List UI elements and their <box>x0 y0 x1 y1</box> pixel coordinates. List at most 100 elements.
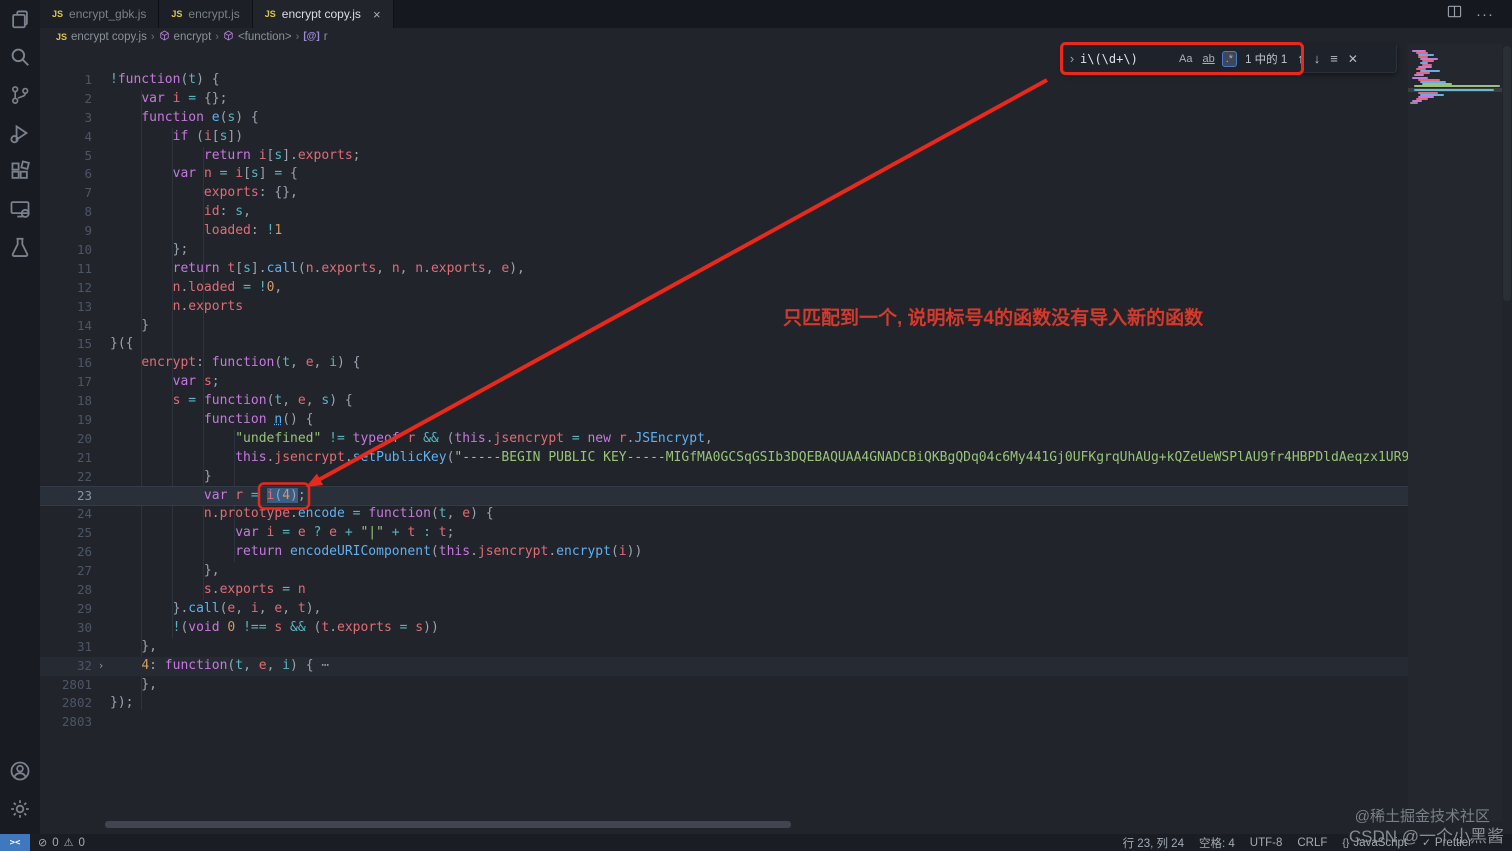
line-number[interactable]: 12 <box>40 279 92 298</box>
find-close-icon[interactable]: ✕ <box>1348 52 1358 66</box>
whole-word-toggle[interactable]: ab <box>1199 52 1217 66</box>
line-number[interactable]: 2 <box>40 90 92 109</box>
code-line[interactable]: 5 return i[s].exports; <box>40 147 1408 166</box>
code-line[interactable]: 16 encrypt: function(t, e, i) { <box>40 354 1408 373</box>
code-line[interactable]: 2802}); <box>40 694 1408 713</box>
code-line[interactable]: 21 this.jsencrypt.setPublicKey("-----BEG… <box>40 449 1408 468</box>
line-number[interactable]: 6 <box>40 165 92 184</box>
line-number[interactable]: 23 <box>40 487 92 506</box>
account-icon[interactable] <box>0 752 40 790</box>
line-number[interactable]: 27 <box>40 562 92 581</box>
errors-icon[interactable]: ⊘ <box>38 836 47 849</box>
line-number[interactable]: 11 <box>40 260 92 279</box>
line-number[interactable]: 22 <box>40 468 92 487</box>
line-number[interactable]: 3 <box>40 109 92 128</box>
line-number[interactable]: 7 <box>40 184 92 203</box>
line-number[interactable]: 15 <box>40 335 92 354</box>
status-item-行-23-列-24[interactable]: 行 23, 列 24 <box>1123 835 1184 851</box>
line-number[interactable]: 30 <box>40 619 92 638</box>
line-number[interactable]: 1 <box>40 71 92 90</box>
status-item-空格-4[interactable]: 空格: 4 <box>1199 835 1235 851</box>
code-line[interactable]: 29 }.call(e, i, e, t), <box>40 600 1408 619</box>
warnings-count[interactable]: 0 <box>79 837 85 849</box>
find-previous-icon[interactable]: ↑ <box>1297 51 1304 66</box>
status-item-crlf[interactable]: CRLF <box>1297 837 1327 849</box>
line-number[interactable]: 29 <box>40 600 92 619</box>
settings-icon[interactable] <box>0 790 40 828</box>
testing-icon[interactable] <box>0 228 40 266</box>
vertical-scrollbar[interactable] <box>1503 46 1511 301</box>
line-number[interactable]: 16 <box>40 354 92 373</box>
code-line[interactable]: 26 return encodeURIComponent(this.jsencr… <box>40 543 1408 562</box>
more-actions-icon[interactable]: ··· <box>1476 6 1494 23</box>
line-number[interactable]: 10 <box>40 241 92 260</box>
line-number[interactable]: 14 <box>40 317 92 336</box>
line-number[interactable]: 32 <box>40 657 92 676</box>
code-line[interactable]: 20 "undefined" != typeof r && (this.jsen… <box>40 430 1408 449</box>
find-in-selection-icon[interactable]: ≡ <box>1330 51 1338 66</box>
line-number[interactable]: 20 <box>40 430 92 449</box>
explorer-icon[interactable] <box>0 0 40 38</box>
code-line[interactable]: 22 } <box>40 468 1408 487</box>
breadcrumb-item[interactable]: encrypt <box>159 30 211 44</box>
line-number[interactable]: 5 <box>40 147 92 166</box>
tab-close-icon[interactable]: × <box>373 7 381 22</box>
code-editor[interactable]: 1 !function(t) {2 var i = {}; 3 function e… <box>40 71 1408 732</box>
code-line[interactable]: 31 }, <box>40 638 1408 657</box>
code-line[interactable]: 1 !function(t) { <box>40 71 1408 90</box>
match-case-toggle[interactable]: Aa <box>1176 52 1195 66</box>
line-number[interactable]: 26 <box>40 543 92 562</box>
status-item-utf-8[interactable]: UTF-8 <box>1250 837 1283 849</box>
minimap[interactable] <box>1408 44 1502 821</box>
tab-encrypt.js[interactable]: JS encrypt.js <box>159 0 253 28</box>
tab-encrypt-copy.js[interactable]: JS encrypt copy.js × <box>252 0 394 28</box>
regex-toggle[interactable]: .* <box>1221 50 1238 67</box>
line-number[interactable]: 18 <box>40 392 92 411</box>
find-next-icon[interactable]: ↓ <box>1314 51 1321 66</box>
code-line[interactable]: 3 function e(s) { <box>40 109 1408 128</box>
breadcrumb-item[interactable]: [@] r <box>303 31 327 43</box>
code-line[interactable]: 8 id: s, <box>40 203 1408 222</box>
code-line[interactable]: 9 loaded: !1 <box>40 222 1408 241</box>
code-line[interactable]: 30 !(void 0 !== s && (t.exports = s)) <box>40 619 1408 638</box>
warnings-icon[interactable]: ⚠ <box>64 836 74 849</box>
tab-encrypt_gbk.js[interactable]: JS encrypt_gbk.js <box>40 0 160 28</box>
code-line[interactable]: 2801 }, <box>40 676 1408 695</box>
search-icon[interactable] <box>0 38 40 76</box>
split-editor-icon[interactable] <box>1447 4 1462 24</box>
code-line[interactable]: 17 var s; <box>40 373 1408 392</box>
line-number[interactable]: 24 <box>40 505 92 524</box>
code-line[interactable]: 27 }, <box>40 562 1408 581</box>
breadcrumb-item[interactable]: JS encrypt copy.js <box>56 31 147 43</box>
code-line[interactable]: 19 function n() { <box>40 411 1408 430</box>
code-line[interactable]: 15}({ <box>40 335 1408 354</box>
code-line[interactable]: 2803 <box>40 713 1408 732</box>
line-number[interactable]: 13 <box>40 298 92 317</box>
extensions-icon[interactable] <box>0 152 40 190</box>
code-line[interactable]: 32 › 4: function(t, e, i) { ⋯ <box>40 656 1408 676</box>
code-line[interactable]: 4 if (i[s]) <box>40 128 1408 147</box>
line-number[interactable]: 28 <box>40 581 92 600</box>
line-number[interactable]: 4 <box>40 128 92 147</box>
code-line[interactable]: 10 }; <box>40 241 1408 260</box>
line-number[interactable]: 31 <box>40 638 92 657</box>
line-number[interactable]: 25 <box>40 524 92 543</box>
line-number[interactable]: 21 <box>40 449 92 468</box>
code-line[interactable]: 23 var r = i(4); <box>40 486 1408 506</box>
code-line[interactable]: 18 s = function(t, e, s) { <box>40 392 1408 411</box>
code-line[interactable]: 28 s.exports = n <box>40 581 1408 600</box>
line-number[interactable]: 2802 <box>40 694 92 713</box>
code-line[interactable]: 2 var i = {}; <box>40 90 1408 109</box>
fold-chevron-icon[interactable]: › <box>92 657 110 676</box>
line-number[interactable]: 2801 <box>40 676 92 695</box>
line-number[interactable]: 9 <box>40 222 92 241</box>
horizontal-scrollbar[interactable] <box>105 821 791 828</box>
run-debug-icon[interactable] <box>0 114 40 152</box>
code-line[interactable]: 12 n.loaded = !0, <box>40 279 1408 298</box>
remote-explorer-icon[interactable] <box>0 190 40 228</box>
breadcrumb-item[interactable]: <function> <box>223 30 292 44</box>
source-control-icon[interactable] <box>0 76 40 114</box>
line-number[interactable]: 8 <box>40 203 92 222</box>
code-line[interactable]: 24 n.prototype.encode = function(t, e) { <box>40 505 1408 524</box>
code-line[interactable]: 11 return t[s].call(n.exports, n, n.expo… <box>40 260 1408 279</box>
